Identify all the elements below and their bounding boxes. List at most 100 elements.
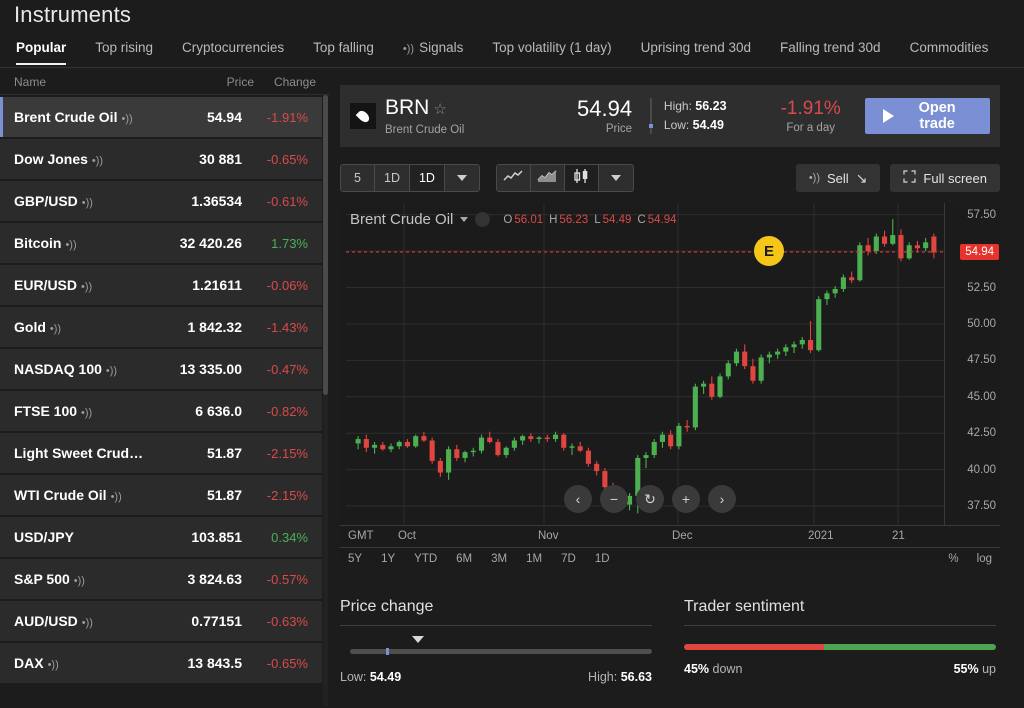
scrollbar-thumb[interactable] xyxy=(323,95,328,395)
instrument-list-panel: Name Price Change Brent Crude Oil •)) 54.9… xyxy=(0,69,330,708)
sell-button[interactable]: •)) Sell ↘ xyxy=(795,164,881,192)
table-row[interactable]: Light Sweet Crude … 51.87 -2.15% xyxy=(0,433,322,473)
area-chart-button[interactable] xyxy=(530,165,565,191)
instrument-change: -0.06% xyxy=(266,277,308,293)
tab-commodities[interactable]: Commodities xyxy=(910,40,989,64)
table-row[interactable]: Gold •)) 1 842.32 -1.43% xyxy=(0,307,322,347)
chevron-right-button[interactable]: › xyxy=(708,485,736,513)
table-row[interactable]: S&P 500 •)) 3 824.63 -0.57% xyxy=(0,559,322,599)
range-button-1y[interactable]: 1Y xyxy=(381,553,395,565)
speaker-icon[interactable]: •)) xyxy=(106,365,117,377)
instrument-name: GBP/USD •)) xyxy=(14,193,150,209)
instrument-change: -0.82% xyxy=(266,403,308,419)
speaker-icon[interactable]: •)) xyxy=(65,239,76,251)
sell-label: Sell xyxy=(827,170,849,186)
range-button-6m[interactable]: 6M xyxy=(456,553,472,565)
timeframe-button-1d-2[interactable]: 1D xyxy=(409,165,445,191)
tab-falling-trend-30d[interactable]: Falling trend 30d xyxy=(780,40,881,64)
fullscreen-button[interactable]: Full screen xyxy=(890,164,1000,192)
star-icon[interactable]: ☆ xyxy=(433,101,446,118)
tab-top-rising[interactable]: Top rising xyxy=(95,40,153,64)
speaker-icon[interactable]: •)) xyxy=(121,113,132,125)
sentiment-up-label: up xyxy=(982,662,996,676)
table-row[interactable]: AUD/USD •)) 0.77151 -0.63% xyxy=(0,601,322,641)
instrument-name: Bitcoin •)) xyxy=(14,235,150,251)
instrument-title-block: BRN ☆ Brent Crude Oil xyxy=(385,96,522,136)
speaker-icon[interactable]: •)) xyxy=(82,197,93,209)
time-axis-tick: 2021 xyxy=(808,530,834,542)
line-chart-button[interactable] xyxy=(496,165,531,191)
speaker-icon[interactable]: •)) xyxy=(81,281,92,293)
range-button-7d[interactable]: 7D xyxy=(561,553,576,565)
speaker-icon[interactable]: •)) xyxy=(81,407,92,419)
slider-current-pointer xyxy=(412,636,424,643)
tab-top-falling[interactable]: Top falling xyxy=(313,40,374,64)
minus-button[interactable]: − xyxy=(600,485,628,513)
range-button-3m[interactable]: 3M xyxy=(491,553,507,565)
instrument-name: Gold •)) xyxy=(14,319,150,335)
tab-popular[interactable]: Popular xyxy=(16,39,67,65)
table-row[interactable]: WTI Crude Oil •)) 51.87 -2.15% xyxy=(0,475,322,515)
instrument-name-text: Brent Crude Oil xyxy=(14,109,118,125)
timeframe-dropdown-button[interactable] xyxy=(444,165,479,191)
event-marker[interactable]: E xyxy=(754,236,784,266)
open-trade-button[interactable]: Open trade xyxy=(865,98,991,134)
plus-button[interactable]: + xyxy=(672,485,700,513)
speaker-icon[interactable]: •)) xyxy=(82,617,93,629)
price-axis-tick: 40.00 xyxy=(967,463,996,476)
instrument-name: FTSE 100 •)) xyxy=(14,403,150,419)
range-button-ytd[interactable]: YTD xyxy=(414,553,437,565)
instrument-price: 1 842.32 xyxy=(187,319,243,335)
price-range-slider[interactable] xyxy=(340,636,652,658)
instrument-ticker: BRN ☆ xyxy=(385,96,522,121)
instrument-name: NASDAQ 100 •)) xyxy=(14,361,150,377)
speaker-icon[interactable]: •)) xyxy=(92,155,103,167)
price-range-high-value: 56.63 xyxy=(620,670,652,684)
timeframe-button-5-0[interactable]: 5 xyxy=(341,165,375,191)
scale-button-percent[interactable]: % xyxy=(948,553,958,565)
tab-signals[interactable]: •)) Signals xyxy=(403,40,463,64)
price-chart[interactable]: Brent Crude Oil O 56.01 H 56.23 L 54.49 C 54.94… xyxy=(340,203,1000,565)
instrument-name: S&P 500 •)) xyxy=(14,571,150,587)
scale-button-log[interactable]: log xyxy=(977,553,992,565)
page-title: Instruments xyxy=(14,2,132,27)
table-row[interactable]: USD/JPY 103.851 0.34% xyxy=(0,517,322,557)
range-button-5y[interactable]: 5Y xyxy=(348,553,362,565)
chart-right-tools: •)) Sell ↘ Full screen xyxy=(795,164,1000,192)
instrument-change: -0.47% xyxy=(266,361,308,377)
instrument-change: -2.15% xyxy=(266,445,308,461)
table-row[interactable]: FTSE 100 •)) 6 636.0 -0.82% xyxy=(0,391,322,431)
chart-type-dropdown-button[interactable] xyxy=(598,165,633,191)
timeframe-button-1d-1[interactable]: 1D xyxy=(375,165,410,191)
instrument-name: USD/JPY xyxy=(14,529,150,545)
speaker-icon[interactable]: •)) xyxy=(50,323,61,335)
oil-drop-icon xyxy=(350,103,376,129)
table-row[interactable]: NASDAQ 100 •)) 13 335.00 -0.47% xyxy=(0,349,322,389)
instrument-price-block: 54.94 Price xyxy=(522,97,632,135)
table-row[interactable]: Brent Crude Oil •)) 54.94 -1.91% xyxy=(0,97,322,137)
table-row[interactable]: Dow Jones •)) 30 881 -0.65% xyxy=(0,139,322,179)
table-row[interactable]: GBP/USD •)) 1.36534 -0.61% xyxy=(0,181,322,221)
table-row[interactable]: DAX •)) 13 843.5 -0.65% xyxy=(0,643,322,683)
chevron-left-button[interactable]: ‹ xyxy=(564,485,592,513)
speaker-icon[interactable]: •)) xyxy=(74,575,85,587)
tab-cryptocurrencies[interactable]: Cryptocurrencies xyxy=(182,40,284,64)
candlestick-chart-button[interactable] xyxy=(564,165,599,191)
tab-uprising-trend-30d[interactable]: Uprising trend 30d xyxy=(641,40,751,64)
speaker-icon[interactable]: •)) xyxy=(111,491,122,503)
instrument-price-label: Price xyxy=(605,123,633,135)
reset-button[interactable]: ↻ xyxy=(636,485,664,513)
chevron-down-icon[interactable] xyxy=(460,217,469,222)
table-row[interactable]: EUR/USD •)) 1.21611 -0.06% xyxy=(0,265,322,305)
range-button-1d[interactable]: 1D xyxy=(595,553,610,565)
speaker-icon[interactable]: •)) xyxy=(48,659,59,671)
tab-label: Popular xyxy=(16,39,67,55)
tab-top-volatility-1-day[interactable]: Top volatility (1 day) xyxy=(492,40,611,64)
range-button-1m[interactable]: 1M xyxy=(526,553,542,565)
table-row[interactable]: Bitcoin •)) 32 420.26 1.73% xyxy=(0,223,322,263)
instrument-price: 103.851 xyxy=(191,529,242,545)
visibility-icon[interactable] xyxy=(475,212,491,227)
instrument-price: 0.77151 xyxy=(191,613,242,629)
instrument-list-scrollbar[interactable] xyxy=(323,95,328,706)
column-header-name: Name xyxy=(14,74,47,89)
